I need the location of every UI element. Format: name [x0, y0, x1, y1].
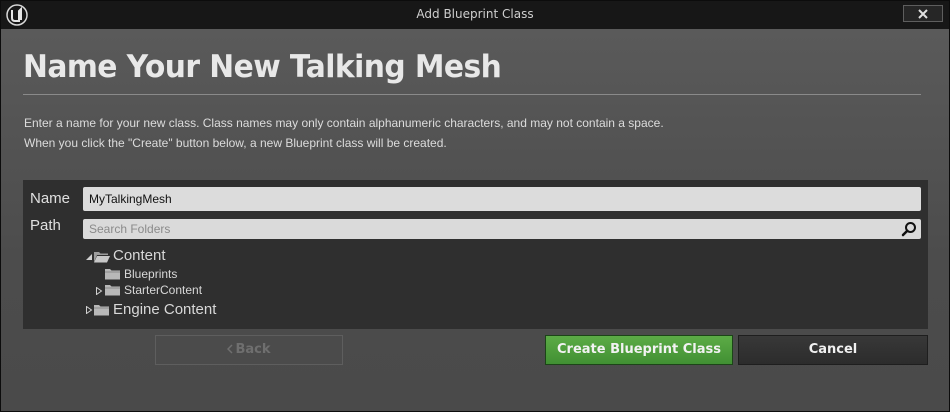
instructions: Enter a name for your new class. Class n…	[24, 113, 664, 153]
tree-item-label: Content	[113, 247, 166, 264]
back-button-label: Back	[235, 342, 271, 357]
page-title: Name Your New Talking Mesh	[23, 49, 502, 85]
search-icon[interactable]	[901, 221, 917, 237]
name-label: Name	[30, 190, 71, 207]
instructions-line-1: Enter a name for your new class. Class n…	[24, 116, 664, 130]
collapsed-arrow-icon[interactable]	[85, 306, 93, 314]
tree-item-label: StarterContent	[124, 283, 203, 297]
cancel-button-label: Cancel	[808, 342, 858, 357]
close-icon	[918, 9, 928, 19]
tree-item-engine-content[interactable]: Engine Content	[85, 301, 265, 318]
tree-item-label: Blueprints	[124, 267, 178, 281]
folder-icon	[105, 269, 120, 280]
close-button[interactable]	[903, 5, 943, 22]
title-bar[interactable]: Add Blueprint Class	[1, 1, 949, 29]
tree-item-content[interactable]: Content	[85, 247, 245, 265]
create-blueprint-class-button[interactable]: Create Blueprint Class	[545, 335, 733, 365]
path-label: Path	[30, 217, 61, 234]
folder-icon	[94, 305, 109, 316]
chevron-left-icon	[227, 344, 233, 354]
tree-item-label: Engine Content	[113, 301, 217, 318]
search-folders-field[interactable]	[83, 219, 921, 239]
add-blueprint-class-dialog: Add Blueprint Class Name Your New Talkin…	[0, 0, 950, 412]
folder-icon	[105, 285, 120, 296]
class-name-input[interactable]	[83, 187, 921, 211]
form-panel: Name Path Content	[23, 180, 928, 329]
tree-item-startercontent[interactable]: StarterContent	[95, 283, 265, 299]
expanded-arrow-icon[interactable]	[85, 253, 93, 261]
tree-item-blueprints[interactable]: Blueprints	[103, 267, 253, 283]
collapsed-arrow-icon[interactable]	[95, 287, 103, 295]
folder-open-icon	[94, 252, 110, 263]
back-button[interactable]: Back	[155, 335, 343, 365]
create-button-label: Create Blueprint Class	[557, 342, 721, 357]
search-folders-input[interactable]	[83, 219, 893, 239]
window-title: Add Blueprint Class	[416, 7, 534, 21]
instructions-line-2: When you click the "Create" button below…	[24, 136, 447, 150]
cancel-button[interactable]: Cancel	[738, 335, 928, 365]
title-divider	[23, 94, 921, 95]
